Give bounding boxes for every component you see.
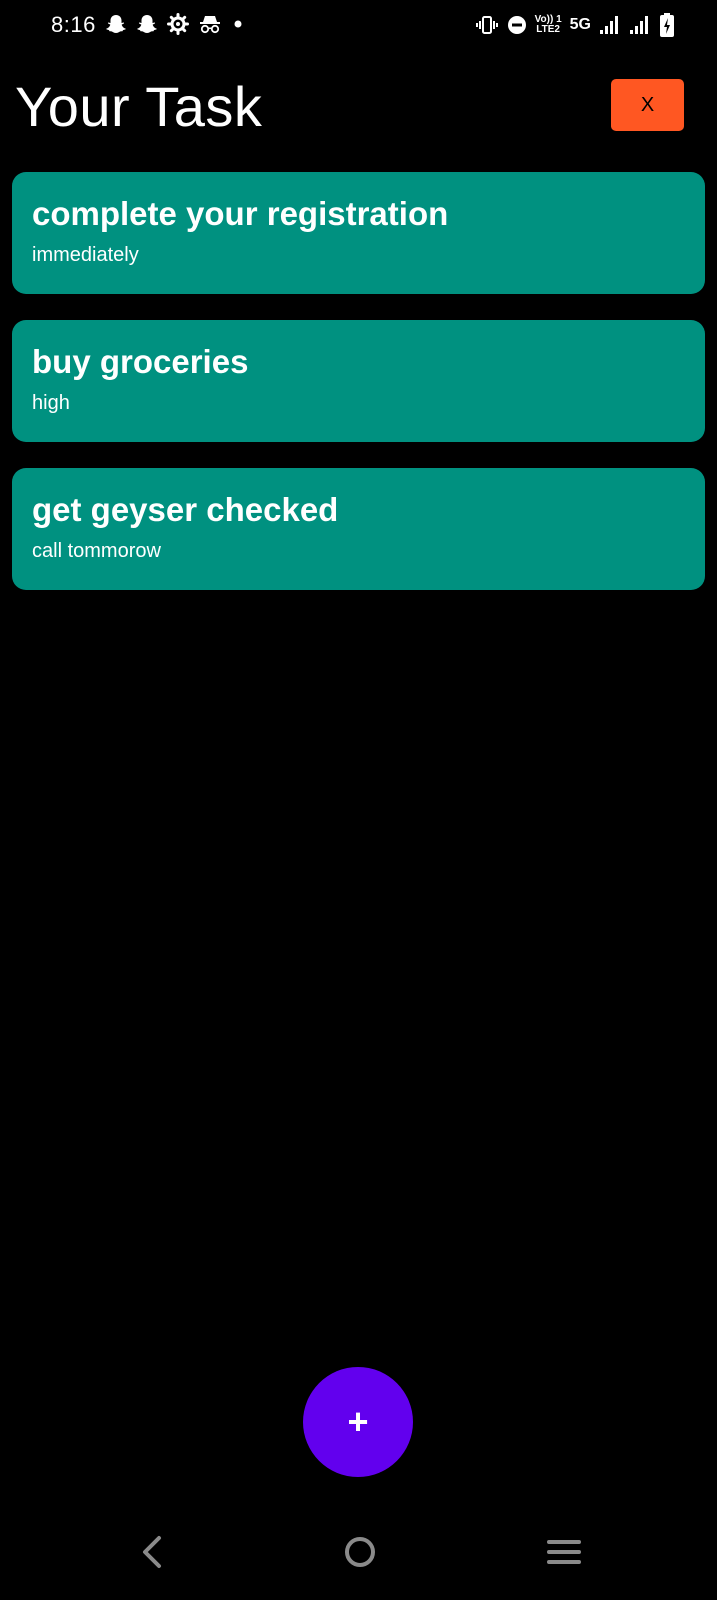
task-card[interactable]: get geyser checked call tommorow [12,468,705,590]
status-right-icons: Vo)) 1 LTE2 5G [475,12,675,38]
status-bar: 8:16 Vo)) 1 LTE2 5G [0,0,717,52]
task-subtitle: immediately [32,244,139,266]
task-card[interactable]: buy groceries high [12,320,705,442]
close-button[interactable]: X [611,79,684,131]
do-not-disturb-icon [507,14,527,36]
volte-icon: Vo)) 1 LTE2 [535,15,562,35]
back-icon[interactable] [137,1532,167,1577]
recents-menu-icon[interactable] [546,1534,582,1575]
task-subtitle: call tommorow [32,540,161,562]
plus-icon: + [347,1401,369,1442]
status-left-icons [105,13,245,35]
task-title: complete your registration [32,195,449,232]
task-card[interactable]: complete your registration immediately [12,172,705,294]
battery-charging-icon [659,12,675,38]
network-type-label: 5G [569,16,591,33]
task-title: get geyser checked [32,491,339,528]
task-subtitle: high [32,392,70,414]
signal-icon [629,14,651,36]
task-list: complete your registration immediately b… [12,172,705,616]
add-task-button[interactable]: + [303,1367,413,1477]
snapchat-icon [136,13,158,35]
settings-gear-icon [167,13,189,35]
volte-label-bottom: LTE2 [536,24,560,35]
signal-icon [599,14,621,36]
snapchat-icon [105,13,127,35]
notification-dot-icon [231,13,245,35]
home-icon[interactable] [342,1532,378,1577]
page-title: Your Task [15,75,263,138]
task-title: buy groceries [32,343,249,380]
vibrate-icon [475,14,499,36]
incognito-icon [198,13,222,35]
navigation-bar [0,1520,717,1600]
status-time: 8:16 [51,12,96,37]
